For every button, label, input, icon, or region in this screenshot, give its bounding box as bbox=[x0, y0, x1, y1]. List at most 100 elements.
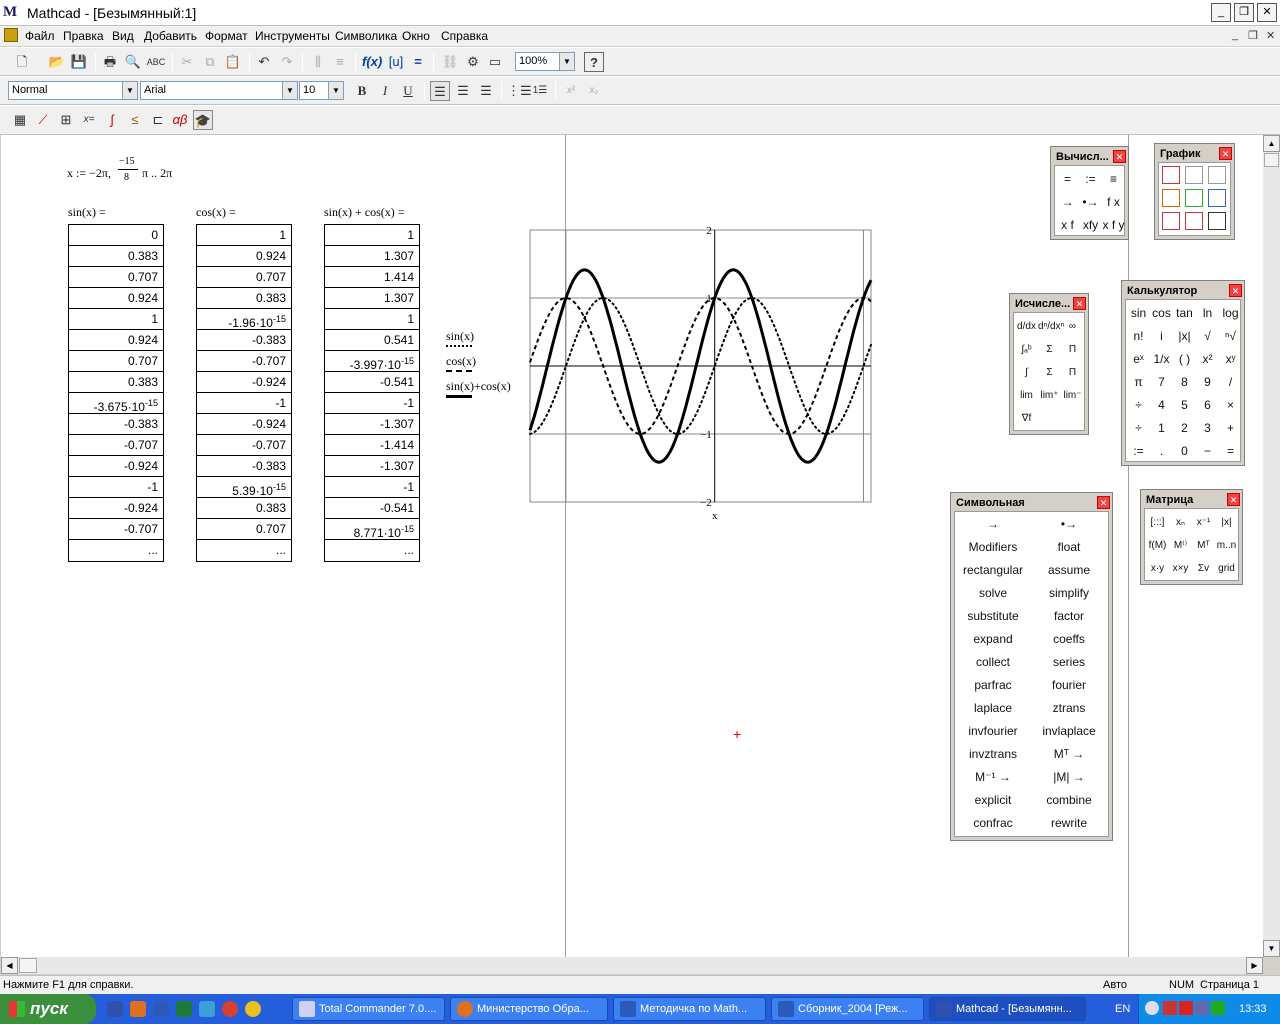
close-icon[interactable]: ✕ bbox=[1113, 150, 1126, 163]
firefox-quicklaunch-icon[interactable] bbox=[130, 1001, 146, 1017]
menu-format[interactable]: Формат bbox=[205, 29, 248, 43]
underline-button[interactable]: U bbox=[398, 81, 418, 101]
matrix-palette-button[interactable]: x⁻¹ bbox=[1192, 511, 1215, 534]
calculator-toolbar-icon[interactable]: ▦ bbox=[10, 110, 30, 130]
calculator-palette-button[interactable]: n! bbox=[1127, 325, 1150, 348]
menu-view[interactable]: Вид bbox=[112, 29, 134, 43]
symbolic-palette-button[interactable]: Modifiers bbox=[955, 536, 1031, 559]
mdi-close-button[interactable]: ✕ bbox=[1266, 29, 1275, 42]
surface-plot-icon[interactable] bbox=[1208, 166, 1226, 184]
polar-plot-icon[interactable] bbox=[1185, 166, 1203, 184]
matrix-palette-button[interactable]: m..n bbox=[1215, 534, 1238, 557]
calculator-palette-button[interactable]: sin bbox=[1127, 302, 1150, 325]
media-quicklaunch-icon[interactable] bbox=[245, 1001, 261, 1017]
excel-quicklaunch-icon[interactable] bbox=[176, 1001, 192, 1017]
insert-function-icon[interactable]: f(x) bbox=[362, 52, 382, 72]
programming-toolbar-icon[interactable]: ⊏ bbox=[148, 110, 168, 130]
align-down-icon[interactable]: ≡ bbox=[330, 52, 350, 72]
matrix-palette-button[interactable]: x×y bbox=[1169, 557, 1192, 580]
evaluation-palette-button[interactable]: x f y bbox=[1102, 214, 1125, 237]
result-table-sin[interactable]: 0 0.383 0.707 0.924 1 0.924 0.707 0.383 -3.675·1… bbox=[68, 224, 164, 562]
result-table-cos[interactable]: 1 0.924 0.707 0.383 -1.96·10-15 -0.383 -0.707-… bbox=[196, 224, 292, 562]
calculator-palette-button[interactable]: × bbox=[1219, 394, 1242, 417]
symbolic-palette-button[interactable]: invlaplace bbox=[1031, 720, 1107, 743]
horizontal-scrollbar[interactable]: ◀ ▶ bbox=[1, 957, 1263, 974]
word-quicklaunch-icon[interactable] bbox=[153, 1001, 169, 1017]
evaluation-palette-button[interactable]: x f bbox=[1056, 214, 1079, 237]
evaluation-palette-button[interactable]: → bbox=[1056, 191, 1079, 214]
matrix-palette-button[interactable]: Mᵀ bbox=[1192, 534, 1215, 557]
mdi-minimize-button[interactable]: _ bbox=[1232, 29, 1238, 41]
scroll-left-icon[interactable]: ◀ bbox=[1, 957, 18, 974]
calculus-palette-button[interactable]: d/dx bbox=[1015, 315, 1038, 338]
menu-edit[interactable]: Правка bbox=[63, 29, 104, 43]
align-right-icon[interactable]: ☰ bbox=[476, 81, 496, 101]
vertical-scrollbar[interactable]: ▲ ▼ bbox=[1263, 135, 1280, 957]
scatter-icon[interactable] bbox=[1185, 212, 1203, 230]
menu-symbolics[interactable]: Символика bbox=[335, 29, 397, 43]
task-firefox[interactable]: Министерство Обра... bbox=[450, 997, 608, 1021]
symbolic-palette-button[interactable]: series bbox=[1031, 651, 1107, 674]
matrix-palette-button[interactable]: f(M) bbox=[1146, 534, 1169, 557]
calculus-palette-button[interactable]: ∫ₐᵇ bbox=[1015, 338, 1038, 361]
calculator-palette-button[interactable]: ÷ bbox=[1127, 394, 1150, 417]
calculator-palette-button[interactable]: i bbox=[1150, 325, 1173, 348]
calculus-palette-button[interactable]: ∞ bbox=[1061, 315, 1084, 338]
evaluation-toolbar-icon[interactable]: x= bbox=[79, 110, 99, 130]
help-icon[interactable]: ? bbox=[584, 52, 604, 72]
menu-help[interactable]: Справка bbox=[441, 29, 488, 43]
calculator-palette-button[interactable]: xʸ bbox=[1219, 348, 1242, 371]
font-select[interactable]: Arial ▼ bbox=[140, 81, 298, 100]
calculator-palette-button[interactable]: 3 bbox=[1196, 417, 1219, 440]
calculator-palette-button[interactable]: cos bbox=[1150, 302, 1173, 325]
numbering-icon[interactable]: 1☰ bbox=[530, 81, 550, 101]
matrix-palette-button[interactable]: xₙ bbox=[1169, 511, 1192, 534]
menu-window[interactable]: Окно bbox=[402, 29, 430, 43]
calculator-palette-button[interactable]: 1 bbox=[1150, 417, 1173, 440]
insert-unit-icon[interactable]: [u] bbox=[386, 52, 406, 72]
superscript-icon[interactable]: x² bbox=[561, 81, 581, 101]
symbolic-palette-button[interactable]: ztrans bbox=[1031, 697, 1107, 720]
copy-icon[interactable]: ⧉ bbox=[200, 52, 220, 72]
calculator-palette-button[interactable]: . bbox=[1150, 440, 1173, 463]
tray-refresh-icon[interactable] bbox=[1211, 1001, 1225, 1015]
symbolic-palette-button[interactable]: laplace bbox=[955, 697, 1031, 720]
calculator-palette-button[interactable]: π bbox=[1127, 371, 1150, 394]
calculus-toolbar-icon[interactable]: ∫ bbox=[102, 110, 122, 130]
calculator-palette-button[interactable]: |x| bbox=[1173, 325, 1196, 348]
calculator-palette-button[interactable]: ÷ bbox=[1127, 417, 1150, 440]
matrix-palette-button[interactable]: Σv bbox=[1192, 557, 1215, 580]
calculator-palette-button[interactable]: tan bbox=[1173, 302, 1196, 325]
redo-icon[interactable]: ↷ bbox=[277, 52, 297, 72]
close-icon[interactable]: ✕ bbox=[1073, 297, 1086, 310]
print-icon[interactable]: 🖶 bbox=[100, 52, 120, 72]
zoom-select[interactable]: 100% ▼ bbox=[515, 52, 575, 71]
matrix-toolbar-icon[interactable]: ⊞ bbox=[56, 110, 76, 130]
symbolic-palette-button[interactable]: assume bbox=[1031, 559, 1107, 582]
calculator-palette-button[interactable]: 9 bbox=[1196, 371, 1219, 394]
bullets-icon[interactable]: ⋮☰ bbox=[507, 81, 532, 101]
calculator-palette-button[interactable]: 0 bbox=[1173, 440, 1196, 463]
chrome-quicklaunch-icon[interactable] bbox=[222, 1001, 238, 1017]
matrix-palette-button[interactable]: [:::] bbox=[1146, 511, 1169, 534]
menu-tools[interactable]: Инструменты bbox=[255, 29, 330, 43]
contour-plot-icon[interactable] bbox=[1162, 189, 1180, 207]
symbolic-palette-button[interactable]: solve bbox=[955, 582, 1031, 605]
calculus-palette-button[interactable]: ∫ bbox=[1015, 361, 1038, 384]
evaluation-palette-button[interactable]: = bbox=[1056, 168, 1079, 191]
symbolic-palette-button[interactable]: invztrans bbox=[955, 743, 1031, 766]
mathcad-quicklaunch-icon[interactable] bbox=[107, 1001, 123, 1017]
scroll-thumb[interactable] bbox=[19, 958, 37, 973]
calculus-palette-button[interactable]: lim⁻ bbox=[1061, 384, 1084, 407]
paste-icon[interactable]: 📋 bbox=[223, 52, 243, 72]
greek-toolbar-icon[interactable]: αβ bbox=[170, 110, 190, 130]
start-button[interactable]: пуск bbox=[0, 994, 96, 1024]
component-wizard-icon[interactable]: ⚙ bbox=[463, 52, 483, 72]
symbolic-palette-button[interactable]: parfrac bbox=[955, 674, 1031, 697]
italic-button[interactable]: I bbox=[375, 81, 395, 101]
range-definition[interactable]: x := −2π, −15 8 π .. 2π bbox=[67, 156, 207, 192]
symbolic-palette-button[interactable]: → bbox=[955, 513, 1031, 536]
font-size-select[interactable]: 10 ▼ bbox=[299, 81, 344, 100]
calculator-palette-button[interactable]: 2 bbox=[1173, 417, 1196, 440]
evaluation-palette-button[interactable]: := bbox=[1079, 168, 1102, 191]
